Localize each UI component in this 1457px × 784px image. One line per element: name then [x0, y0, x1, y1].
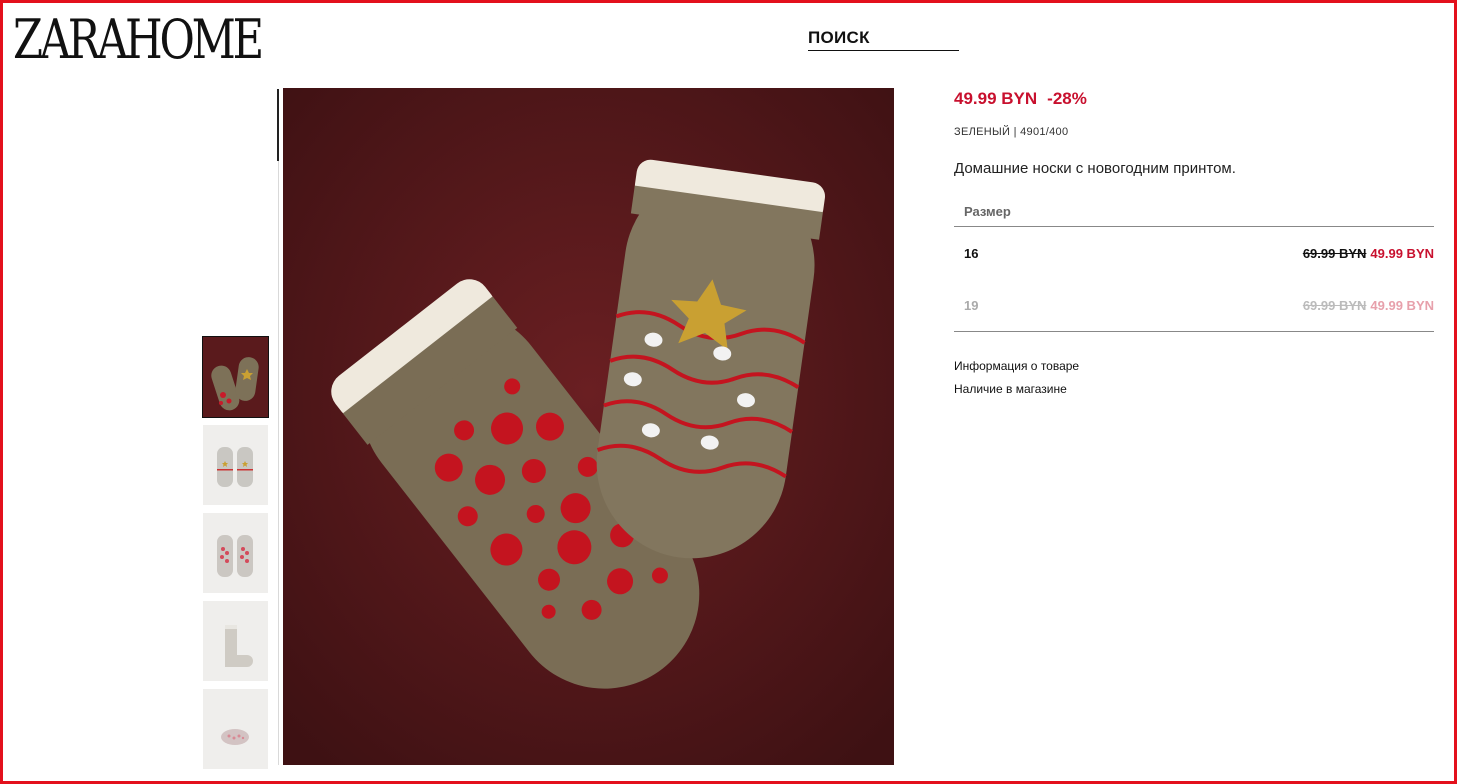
thumbnail-4[interactable]: [203, 601, 268, 681]
store-availability-link[interactable]: Наличие в магазине: [954, 382, 1434, 396]
product-main-image[interactable]: [283, 88, 894, 765]
gallery-scroll-track[interactable]: [278, 89, 279, 765]
size-selector: Размер 16 69.99 BYN 49.99 BYN 19 69.99 BY…: [954, 204, 1434, 332]
size-list-divider: [954, 331, 1434, 332]
product-links: Информация о товаре Наличие в магазине: [954, 359, 1434, 396]
thumbnail-2[interactable]: [203, 425, 268, 505]
product-info-link[interactable]: Информация о товаре: [954, 359, 1434, 373]
current-price: 49.99 BYN: [954, 89, 1038, 108]
thumbnail-1[interactable]: [202, 336, 269, 418]
new-price: 49.99 BYN: [1370, 297, 1434, 313]
product-reference: 4901/400: [1020, 126, 1069, 138]
size-label: 16: [964, 245, 979, 261]
thumbnail-5[interactable]: [203, 689, 268, 769]
product-description: Домашние носки с новогодним принтом.: [954, 160, 1236, 177]
gallery-scroll-thumb[interactable]: [277, 89, 279, 161]
new-price: 49.99 BYN: [1370, 245, 1434, 261]
thumbnail-3[interactable]: [203, 513, 268, 593]
size-header: Размер: [954, 204, 1434, 227]
zara-home-logo[interactable]: ZARAHOME: [13, 12, 263, 64]
size-option-19[interactable]: 19 69.99 BYN 49.99 BYN: [954, 279, 1434, 331]
product-info-panel: 49.99 BYN -28% ЗЕЛЕНЫЙ | 4901/400 Домашн…: [954, 89, 1434, 405]
size-option-16[interactable]: 16 69.99 BYN 49.99 BYN: [954, 227, 1434, 279]
discount-badge: -28%: [1047, 89, 1087, 108]
size-label: 19: [964, 297, 979, 313]
logo-text: ZARAHOME: [13, 12, 261, 64]
color-separator: |: [1010, 126, 1021, 138]
color-reference: ЗЕЛЕНЫЙ | 4901/400: [954, 126, 1434, 138]
thumbnail-list: [202, 336, 269, 777]
old-price: 69.99 BYN: [1302, 245, 1367, 261]
old-price: 69.99 BYN: [1302, 297, 1367, 313]
color-name: ЗЕЛЕНЫЙ: [954, 126, 1011, 138]
price-line: 49.99 BYN -28%: [954, 89, 1434, 109]
search-label: ПОИСК: [808, 28, 870, 47]
size-prices: 69.99 BYN 49.99 BYN: [1303, 298, 1434, 313]
search-field[interactable]: ПОИСК: [808, 28, 959, 51]
size-prices: 69.99 BYN 49.99 BYN: [1303, 246, 1434, 261]
